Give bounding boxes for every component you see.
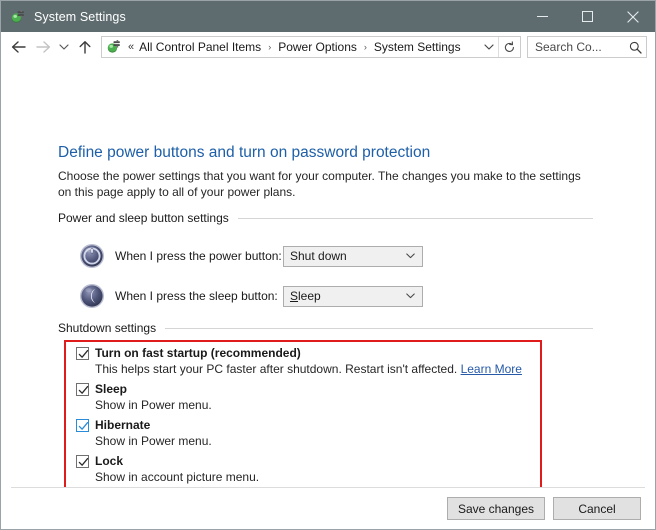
lock-description: Show in account picture menu. xyxy=(95,470,536,484)
hibernate-checkbox[interactable] xyxy=(76,419,89,432)
page-description: Choose the power settings that you want … xyxy=(58,168,588,200)
shutdown-settings-list: Turn on fast startup (recommended) This … xyxy=(76,346,536,487)
cancel-button[interactable]: Cancel xyxy=(553,497,641,520)
sleep-description: Show in Power menu. xyxy=(95,398,536,412)
page-title: Define power buttons and turn on passwor… xyxy=(58,144,430,162)
fast-startup-checkbox[interactable] xyxy=(76,347,89,360)
section-divider xyxy=(238,218,593,219)
sleep-button-setting-row: When I press the sleep button: Sleep xyxy=(79,283,423,309)
section-title: Shutdown settings xyxy=(58,321,165,335)
checkbox-item-lock: Lock Show in account picture menu. xyxy=(76,454,536,484)
maximize-button[interactable] xyxy=(565,1,610,32)
hibernate-description: Show in Power menu. xyxy=(95,434,536,448)
power-button-icon xyxy=(79,243,105,269)
checkbox-item-sleep: Sleep Show in Power menu. xyxy=(76,382,536,412)
breadcrumb-address-bar[interactable]: « All Control Panel Items › Power Option… xyxy=(101,36,521,58)
fast-startup-label: Turn on fast startup (recommended) xyxy=(95,346,301,360)
section-header-power-sleep: Power and sleep button settings xyxy=(58,211,593,225)
learn-more-link[interactable]: Learn More xyxy=(461,362,522,376)
chevron-down-icon xyxy=(406,253,422,259)
lock-checkbox[interactable] xyxy=(76,455,89,468)
sleep-checkbox[interactable] xyxy=(76,383,89,396)
power-button-setting-label: When I press the power button: xyxy=(115,249,283,263)
recent-locations-chevron-icon[interactable] xyxy=(55,35,73,59)
chevron-down-icon xyxy=(406,293,422,299)
hibernate-label: Hibernate xyxy=(95,418,150,432)
breadcrumb-overflow[interactable]: « xyxy=(125,41,137,53)
search-input[interactable]: Search Co... xyxy=(527,36,647,58)
section-title: Power and sleep button settings xyxy=(58,211,238,225)
search-placeholder: Search Co... xyxy=(528,40,624,54)
back-arrow-icon[interactable] xyxy=(7,35,31,59)
section-divider xyxy=(165,328,593,329)
checkbox-item-hibernate: Hibernate Show in Power menu. xyxy=(76,418,536,448)
window-controls xyxy=(520,1,655,32)
power-button-setting-row: When I press the power button: Shut down xyxy=(79,243,423,269)
power-settings-icon xyxy=(106,39,122,55)
forward-arrow-icon xyxy=(31,35,55,59)
window-title: System Settings xyxy=(34,10,126,24)
address-toolbar: « All Control Panel Items › Power Option… xyxy=(1,32,655,63)
minimize-button[interactable] xyxy=(520,1,565,32)
sleep-value-accesskey: S xyxy=(290,289,298,303)
section-header-shutdown: Shutdown settings xyxy=(58,321,593,335)
chevron-down-icon[interactable] xyxy=(479,37,498,57)
fast-startup-description-text: This helps start your PC faster after sh… xyxy=(95,362,457,376)
sleep-button-action-dropdown[interactable]: Sleep xyxy=(283,286,423,307)
search-icon[interactable] xyxy=(624,37,646,57)
sleep-moon-icon xyxy=(79,283,105,309)
checkbox-item-fast-startup: Turn on fast startup (recommended) This … xyxy=(76,346,536,376)
title-bar: System Settings xyxy=(1,1,655,32)
breadcrumb-separator: › xyxy=(263,42,276,52)
sleep-label: Sleep xyxy=(95,382,127,396)
sleep-value-rest: leep xyxy=(298,289,321,303)
content-area: Define power buttons and turn on passwor… xyxy=(1,63,655,500)
system-settings-window: System Settings xyxy=(0,0,656,530)
footer-button-bar: Save changes Cancel xyxy=(1,488,655,529)
fast-startup-description: This helps start your PC faster after sh… xyxy=(95,362,536,376)
power-button-action-dropdown[interactable]: Shut down xyxy=(283,246,423,267)
save-changes-button[interactable]: Save changes xyxy=(447,497,545,520)
up-arrow-icon[interactable] xyxy=(73,35,97,59)
sleep-button-setting-label: When I press the sleep button: xyxy=(115,289,283,303)
close-button[interactable] xyxy=(610,1,655,32)
sleep-button-action-value: Sleep xyxy=(284,289,321,303)
breadcrumb-item-all-control-panel-items[interactable]: All Control Panel Items xyxy=(137,40,263,54)
breadcrumb-item-system-settings[interactable]: System Settings xyxy=(372,40,463,54)
lock-label: Lock xyxy=(95,454,123,468)
power-button-action-value: Shut down xyxy=(284,249,347,263)
breadcrumb-separator: › xyxy=(359,42,372,52)
power-settings-icon xyxy=(10,9,26,25)
refresh-icon[interactable] xyxy=(498,37,520,57)
breadcrumb-item-power-options[interactable]: Power Options xyxy=(276,40,359,54)
